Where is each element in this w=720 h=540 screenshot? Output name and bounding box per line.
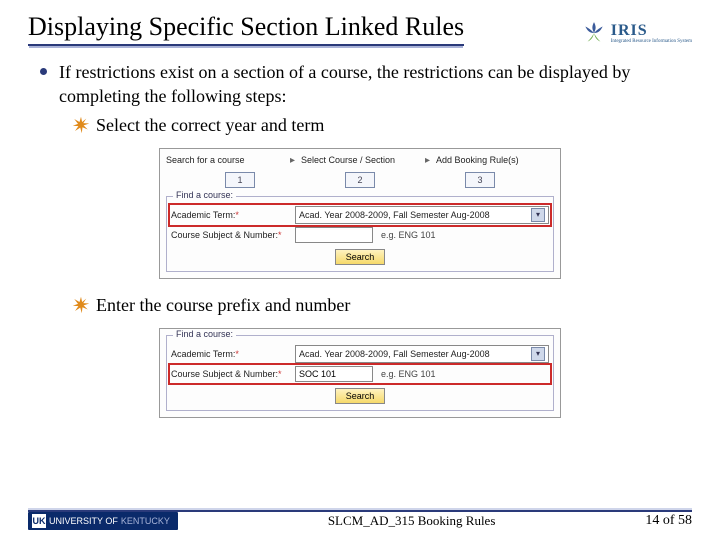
step-box-2[interactable]: 2: [345, 172, 375, 188]
starburst-icon: [72, 296, 90, 314]
academic-term-select[interactable]: Acad. Year 2008-2009, Fall Semester Aug-…: [295, 206, 549, 224]
uk-square-icon: UK: [32, 514, 46, 528]
logo-tagline: Integrated Resource Information System: [611, 39, 692, 44]
course-subject-row: Course Subject & Number: e.g. ENG 101: [171, 227, 549, 243]
arrow-icon: ▸: [425, 155, 430, 166]
course-hint: e.g. ENG 101: [381, 369, 436, 379]
starburst-icon: [72, 116, 90, 134]
academic-term-row: Academic Term: Acad. Year 2008-2009, Fal…: [171, 345, 549, 363]
find-course-fieldset-2: Find a course: Academic Term: Acad. Year…: [166, 335, 554, 411]
iris-flower-icon: [581, 20, 607, 46]
course-subject-input[interactable]: [295, 227, 373, 243]
chevron-down-icon: ▾: [531, 208, 545, 222]
footer-center-text: SLCM_AD_315 Booking Rules: [178, 513, 645, 529]
academic-term-select[interactable]: Acad. Year 2008-2009, Fall Semester Aug-…: [295, 345, 549, 363]
page-number: 14 of 58: [645, 513, 692, 529]
fieldset-legend: Find a course:: [173, 190, 236, 200]
step-box-3[interactable]: 3: [465, 172, 495, 188]
bullet-text: If restrictions exist on a section of a …: [59, 60, 680, 109]
course-subject-label: Course Subject & Number:: [171, 369, 291, 379]
uk-text-gray: KENTUCKY: [121, 516, 170, 526]
footer: UK UNIVERSITY OF KENTUCKY SLCM_AD_315 Bo…: [0, 512, 720, 530]
course-subject-row: Course Subject & Number: SOC 101 e.g. EN…: [171, 366, 549, 382]
sub-bullet-2: Enter the course prefix and number: [96, 295, 350, 316]
select-value: Acad. Year 2008-2009, Fall Semester Aug-…: [299, 349, 490, 359]
academic-term-label: Academic Term:: [171, 210, 291, 220]
iris-logo: IRIS Integrated Resource Information Sys…: [581, 20, 692, 46]
academic-term-row: Academic Term: Acad. Year 2008-2009, Fal…: [171, 206, 549, 224]
step-2-label: Select Course / Section: [301, 155, 419, 165]
step-box-1[interactable]: 1: [225, 172, 255, 188]
search-panel-2: Find a course: Academic Term: Acad. Year…: [159, 328, 561, 418]
bullet-dot: [40, 68, 47, 75]
search-button[interactable]: Search: [335, 249, 386, 265]
course-hint: e.g. ENG 101: [381, 230, 436, 240]
course-subject-label: Course Subject & Number:: [171, 230, 291, 240]
fieldset-legend: Find a course:: [173, 329, 236, 339]
chevron-down-icon: ▾: [531, 347, 545, 361]
university-logo: UK UNIVERSITY OF KENTUCKY: [28, 512, 178, 530]
select-value: Acad. Year 2008-2009, Fall Semester Aug-…: [299, 210, 490, 220]
uk-text-bold: UNIVERSITY OF: [49, 516, 118, 526]
logo-name: IRIS: [611, 23, 692, 39]
course-subject-input[interactable]: SOC 101: [295, 366, 373, 382]
page-title: Displaying Specific Section Linked Rules: [28, 12, 464, 46]
academic-term-label: Academic Term:: [171, 349, 291, 359]
search-button[interactable]: Search: [335, 388, 386, 404]
step-3-label: Add Booking Rule(s): [436, 155, 554, 165]
step-1-label: Search for a course: [166, 155, 284, 165]
search-panel-1: Search for a course ▸ Select Course / Se…: [159, 148, 561, 279]
sub-bullet-1: Select the correct year and term: [96, 115, 324, 136]
find-course-fieldset: Find a course: Academic Term: Acad. Year…: [166, 196, 554, 272]
arrow-icon: ▸: [290, 155, 295, 166]
